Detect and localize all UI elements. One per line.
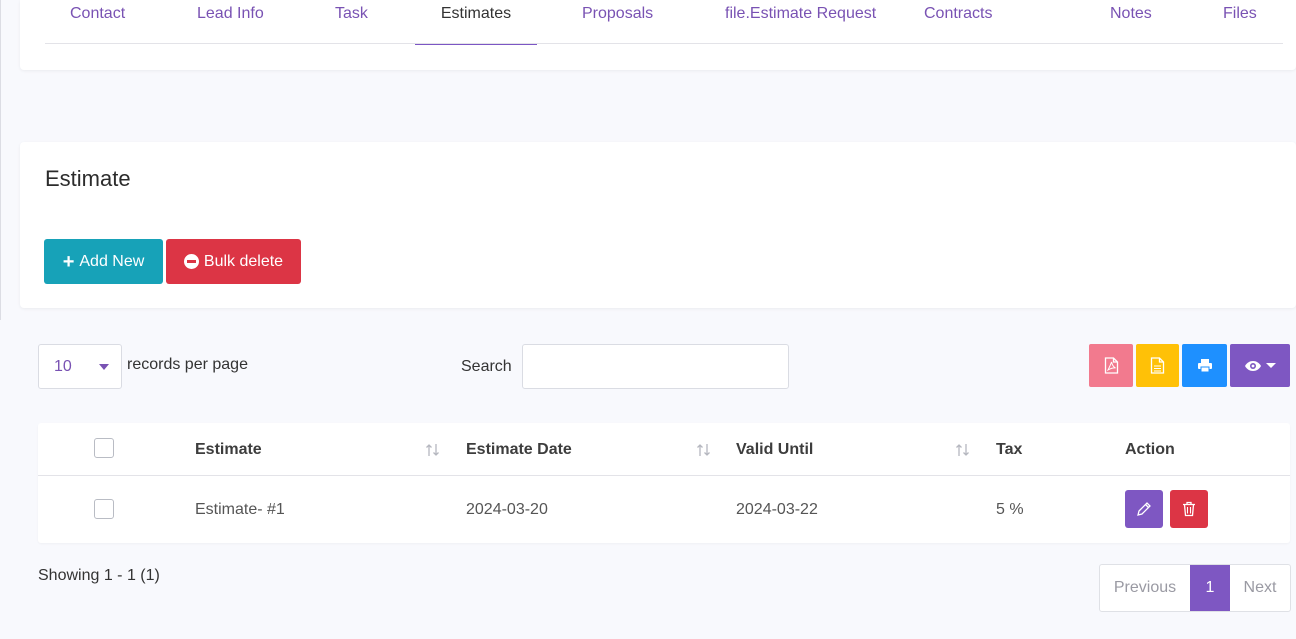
column-header-tax: Tax <box>996 441 1023 458</box>
tab-task[interactable]: Task <box>335 5 368 45</box>
tab-contracts[interactable]: Contracts <box>924 5 992 45</box>
caret-down-icon <box>1266 363 1276 368</box>
showing-summary: Showing 1 - 1 (1) <box>38 567 160 584</box>
bulk-delete-button[interactable]: Bulk delete <box>166 239 301 284</box>
tab-contact[interactable]: Contact <box>70 5 125 45</box>
column-header-estimate-date[interactable]: Estimate Date <box>466 441 572 459</box>
export-document-button[interactable] <box>1136 344 1179 387</box>
edit-button[interactable] <box>1125 490 1163 528</box>
records-per-page-label: records per page <box>127 356 248 373</box>
column-header-action: Action <box>1125 441 1175 458</box>
document-icon <box>1150 357 1165 374</box>
sort-icon[interactable] <box>955 443 971 457</box>
sort-icon[interactable] <box>425 443 441 457</box>
estimates-table: Estimate Estimate Date Valid Until Tax A… <box>38 423 1290 543</box>
column-visibility-button[interactable] <box>1230 344 1290 387</box>
cell-tax: 5 % <box>996 501 1024 518</box>
caret-down-icon <box>99 364 109 370</box>
export-pdf-button[interactable] <box>1089 344 1133 387</box>
pagination: Previous 1 Next <box>1099 564 1291 612</box>
pdf-icon <box>1104 357 1118 374</box>
minus-circle-icon <box>183 254 199 269</box>
tabs-card: Contact Lead Info Task Estimates Proposa… <box>20 0 1296 70</box>
pencil-icon <box>1137 502 1151 516</box>
estimate-card: Estimate + Add New Bulk delete <box>20 142 1296 308</box>
sort-icon[interactable] <box>696 443 712 457</box>
page-1-button[interactable]: 1 <box>1190 565 1230 611</box>
trash-icon <box>1183 501 1195 517</box>
delete-button[interactable] <box>1170 490 1208 528</box>
add-new-label: Add New <box>79 252 145 270</box>
cell-estimate-date: 2024-03-20 <box>466 501 548 518</box>
tab-estimates[interactable]: Estimates <box>415 5 537 45</box>
tab-lead-info[interactable]: Lead Info <box>197 5 264 45</box>
cell-estimate: Estimate- #1 <box>195 501 285 518</box>
next-page-button[interactable]: Next <box>1230 565 1290 611</box>
cell-valid-until: 2024-03-22 <box>736 501 818 518</box>
search-label: Search <box>461 358 512 375</box>
table-header-divider <box>38 475 1290 476</box>
eye-icon <box>1245 360 1261 371</box>
tab-files[interactable]: Files <box>1223 5 1257 45</box>
print-icon <box>1197 359 1212 373</box>
section-title: Estimate <box>45 166 131 191</box>
bulk-delete-label: Bulk delete <box>203 252 284 270</box>
tab-estimate-request[interactable]: file.Estimate Request <box>725 5 876 45</box>
tab-notes[interactable]: Notes <box>1110 5 1152 45</box>
plus-icon: + <box>62 250 75 273</box>
tabs-underline <box>45 43 1283 44</box>
search-input[interactable] <box>522 344 789 389</box>
print-button[interactable] <box>1182 344 1227 387</box>
select-all-checkbox[interactable] <box>94 438 114 458</box>
per-page-value: 10 <box>54 358 72 375</box>
tab-proposals[interactable]: Proposals <box>582 5 653 45</box>
column-header-valid-until[interactable]: Valid Until <box>736 441 813 459</box>
column-header-estimate[interactable]: Estimate <box>195 441 262 459</box>
previous-page-button[interactable]: Previous <box>1100 565 1190 611</box>
records-per-page-select[interactable]: 10 <box>38 344 122 389</box>
left-divider <box>0 0 1 320</box>
row-checkbox[interactable] <box>94 499 114 519</box>
add-new-button[interactable]: + Add New <box>44 239 163 284</box>
